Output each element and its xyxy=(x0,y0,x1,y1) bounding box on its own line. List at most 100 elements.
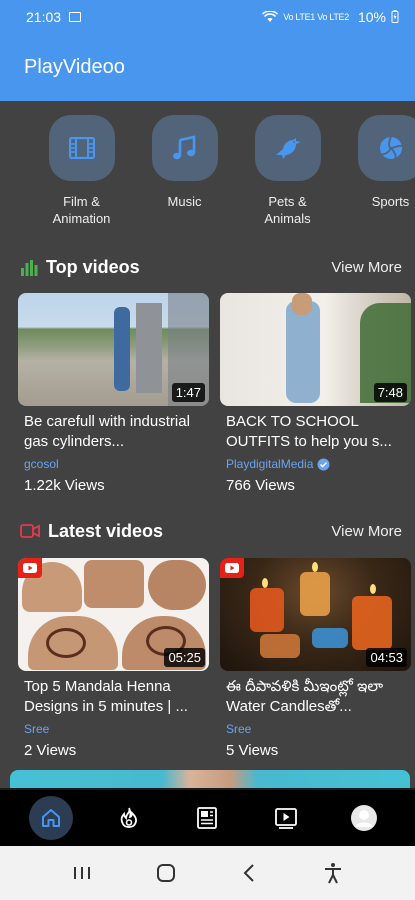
category-label: Film & Animation xyxy=(52,194,111,226)
machine-shape xyxy=(136,303,162,393)
video-thumbnail[interactable]: 05:25 xyxy=(18,558,209,671)
video-views: 766 Views xyxy=(226,477,295,494)
bottom-navigation xyxy=(0,788,415,846)
volleyball-icon xyxy=(379,136,402,160)
video-channel[interactable]: PlaydigitalMedia xyxy=(220,457,411,471)
music-note-icon xyxy=(172,135,195,160)
category-label: Pets & Animals xyxy=(264,194,311,226)
bar-chart-icon xyxy=(21,259,38,276)
flame-shape xyxy=(262,578,268,588)
bird-icon xyxy=(275,138,301,159)
wifi-icon xyxy=(262,10,279,22)
channel-name[interactable]: Sree xyxy=(24,722,49,736)
henna-pattern xyxy=(46,628,86,658)
person-shape xyxy=(286,301,320,403)
candle-glass-shape xyxy=(260,634,300,658)
nav-trending[interactable] xyxy=(107,796,151,840)
video-card[interactable]: 1:47 Be carefull with industrial gas cyl… xyxy=(18,293,209,494)
category-icon-container[interactable] xyxy=(151,115,218,181)
video-channel[interactable]: gcosol xyxy=(18,457,209,471)
category-label: Music xyxy=(167,194,202,209)
video-library-icon xyxy=(274,808,297,829)
app-bar: PlayVideoo xyxy=(0,33,415,101)
youtube-icon xyxy=(23,563,37,573)
hand-shape xyxy=(148,560,206,610)
candle-glass-shape xyxy=(300,572,330,616)
latest-videos-title: Latest videos xyxy=(48,520,164,541)
youtube-badge xyxy=(220,558,244,578)
top-videos-list: 1:47 Be carefull with industrial gas cyl… xyxy=(18,293,411,494)
video-title[interactable]: ఈ దీపావళికి మీఇంట్లో ఇలా Water Candlesతో… xyxy=(220,677,411,717)
video-thumbnail[interactable]: 04:53 xyxy=(220,558,411,671)
flame-shape xyxy=(312,562,318,572)
film-icon xyxy=(68,137,95,159)
video-card[interactable]: 04:53 ఈ దీపావళికి మీఇంట్లో ఇలా Water Can… xyxy=(220,558,411,759)
channel-name[interactable]: Sree xyxy=(226,722,251,736)
video-title[interactable]: Be carefull with industrial gas cylinder… xyxy=(18,412,209,452)
person-head-shape xyxy=(292,293,312,315)
candle-glass-shape xyxy=(250,588,284,632)
cylinder-shape xyxy=(114,307,130,391)
category-label: Sports xyxy=(371,194,410,209)
home-button[interactable] xyxy=(146,853,186,893)
channel-name[interactable]: gcosol xyxy=(24,457,59,471)
nav-home[interactable] xyxy=(29,796,74,840)
signal-text: Vo LTE1 Vo LTE2 xyxy=(283,11,349,22)
hand-shape xyxy=(84,560,144,608)
flame-shape xyxy=(370,584,376,594)
recent-apps-button[interactable] xyxy=(62,853,102,893)
app-title: PlayVideoo xyxy=(24,55,125,78)
video-card[interactable]: 7:48 BACK TO SCHOOL OUTFITS to help you … xyxy=(220,293,411,494)
video-card[interactable]: 05:25 Top 5 Mandala Henna Designs in 5 m… xyxy=(18,558,209,759)
latest-videos-view-more[interactable]: View More xyxy=(331,523,402,540)
back-button[interactable] xyxy=(229,853,269,893)
recent-apps-icon xyxy=(73,867,90,879)
newspaper-icon xyxy=(197,807,218,829)
gallery-notification-icon xyxy=(69,11,82,22)
video-views: 1.22k Views xyxy=(24,477,105,494)
battery-charging-icon xyxy=(391,10,399,23)
back-chevron-icon xyxy=(243,864,255,882)
candle-glass-shape xyxy=(312,628,348,648)
system-navigation-bar xyxy=(0,846,415,900)
status-time: 21:03 xyxy=(26,8,62,25)
avatar-icon xyxy=(350,805,377,831)
video-channel[interactable]: Sree xyxy=(18,722,209,736)
category-sports[interactable]: Sports xyxy=(339,115,415,235)
accessibility-button[interactable] xyxy=(313,853,353,893)
youtube-badge xyxy=(18,558,42,578)
video-duration: 05:25 xyxy=(164,648,205,667)
video-duration: 04:53 xyxy=(366,648,407,667)
category-icon-container[interactable] xyxy=(254,115,321,181)
home-square-icon xyxy=(156,864,175,882)
video-channel[interactable]: Sree xyxy=(220,722,411,736)
category-row[interactable]: Film & Animation Music Pets & Animals Sp… xyxy=(0,115,415,235)
category-film-animation[interactable]: Film & Animation xyxy=(30,115,133,235)
category-pets-animals[interactable]: Pets & Animals xyxy=(236,115,339,235)
verified-icon xyxy=(317,458,330,470)
video-views: 5 Views xyxy=(226,742,279,759)
battery-percent: 10% xyxy=(357,8,386,25)
latest-videos-header: Latest videos View More xyxy=(20,517,402,545)
home-icon xyxy=(42,809,61,827)
video-views: 2 Views xyxy=(24,742,77,759)
category-icon-container[interactable] xyxy=(48,115,115,181)
status-bar: 21:03 Vo LTE1 Vo LTE2 10% xyxy=(0,0,415,33)
top-videos-view-more[interactable]: View More xyxy=(331,259,402,276)
video-duration: 1:47 xyxy=(171,383,205,402)
video-title[interactable]: Top 5 Mandala Henna Designs in 5 minutes… xyxy=(18,677,209,717)
category-music[interactable]: Music xyxy=(133,115,236,235)
video-thumbnail[interactable]: 7:48 xyxy=(220,293,411,406)
top-videos-title: Top videos xyxy=(46,256,140,277)
nav-subscriptions[interactable] xyxy=(264,796,308,840)
category-icon-container[interactable] xyxy=(357,115,415,181)
channel-name[interactable]: PlaydigitalMedia xyxy=(226,457,313,471)
video-title[interactable]: BACK TO SCHOOL OUTFITS to help you s... xyxy=(220,412,411,452)
nav-news[interactable] xyxy=(185,796,229,840)
top-videos-header: Top videos View More xyxy=(20,253,402,281)
video-duration: 7:48 xyxy=(373,383,407,402)
latest-videos-list: 05:25 Top 5 Mandala Henna Designs in 5 m… xyxy=(18,558,411,759)
nav-profile[interactable] xyxy=(342,796,386,840)
video-thumbnail[interactable]: 1:47 xyxy=(18,293,209,406)
status-icons: Vo LTE1 Vo LTE2 10% xyxy=(262,9,399,25)
